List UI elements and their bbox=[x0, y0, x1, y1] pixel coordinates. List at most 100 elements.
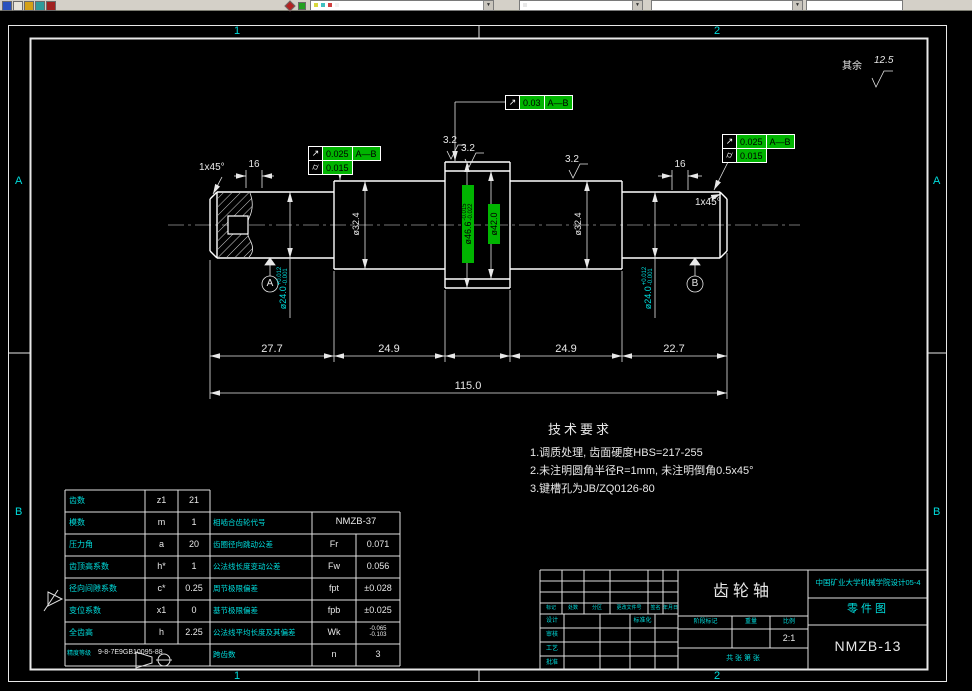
dim-len-total: 115.0 bbox=[454, 380, 482, 392]
dim-text: ø24.0 bbox=[642, 286, 653, 310]
param-name: 齿圈径向跳动公差 bbox=[213, 540, 273, 549]
param-sym: Wk bbox=[327, 627, 341, 637]
runout-icon: ↗ bbox=[506, 96, 520, 109]
param-val: 0 bbox=[191, 605, 197, 615]
param-name: 模数 bbox=[69, 518, 85, 527]
precision-label: 精度等级 bbox=[67, 651, 92, 657]
param-val: 0.25 bbox=[185, 583, 203, 593]
sig-process-label: 工艺 bbox=[545, 646, 558, 652]
dim-lower-tol: -0.001 bbox=[283, 268, 289, 286]
bylayer-color-icon bbox=[523, 3, 527, 7]
param-val: 1 bbox=[191, 561, 197, 571]
param-name: 径向间隙系数 bbox=[69, 584, 117, 593]
sig-check-label: 审核 bbox=[545, 632, 558, 638]
gdt-frame-left-2: ⌭ 0.015 bbox=[308, 160, 353, 175]
param-sym: Fw bbox=[328, 561, 340, 571]
doc-type-label: 零件图 bbox=[847, 603, 889, 615]
roughness-gear-2: 3.2 bbox=[461, 143, 475, 154]
param-sym: h bbox=[158, 627, 164, 637]
cylindricity-icon: ⌭ bbox=[309, 161, 323, 174]
zone-label-right-b: B bbox=[933, 506, 941, 518]
gdt-datum-ref: A—B bbox=[766, 135, 794, 148]
roughness-rest-label: 其余 bbox=[842, 61, 862, 72]
param-sym: a bbox=[158, 539, 164, 549]
gdt-value: 0.025 bbox=[323, 147, 353, 160]
rev-header-count: 处数 bbox=[567, 605, 578, 611]
param-val: 2.25 bbox=[185, 627, 203, 637]
layer-on-icon bbox=[314, 3, 318, 7]
param-sym: Fr bbox=[329, 539, 339, 549]
mating-gear-code: NMZB-37 bbox=[335, 516, 377, 527]
param-val: 0.056 bbox=[366, 561, 390, 571]
chevron-down-icon[interactable]: ▼ bbox=[632, 1, 642, 10]
drawing-number: NMZB-13 bbox=[834, 638, 902, 654]
param-sym: n bbox=[331, 649, 337, 659]
runout-icon: ↗ bbox=[723, 135, 737, 148]
param-name: 相啮合齿轮代号 bbox=[213, 518, 266, 527]
gdt-value: 0.03 bbox=[520, 96, 545, 109]
gdt-frame-right-1: ↗ 0.025 A—B bbox=[722, 134, 795, 149]
gdt-frame-right-2: ⌭ 0.015 bbox=[722, 148, 767, 163]
param-sym: fpt bbox=[328, 583, 339, 593]
param-name: 跨齿数 bbox=[213, 650, 236, 659]
dim-len-24-9-right: 24.9 bbox=[555, 343, 577, 355]
gdt-value: 0.025 bbox=[737, 135, 767, 148]
datum-label-b: B bbox=[691, 278, 699, 289]
dim-len-22-7: 22.7 bbox=[663, 343, 685, 355]
param-sym: z1 bbox=[156, 495, 167, 505]
param-name: 公法线平均长度及其偏差 bbox=[213, 628, 296, 637]
keyway-length-right: 16 bbox=[674, 159, 686, 170]
datum-label-a: A bbox=[266, 278, 274, 289]
runout-icon: ↗ bbox=[309, 147, 323, 160]
roughness-rest-value: 12.5 bbox=[874, 55, 894, 66]
chevron-down-icon[interactable]: ▼ bbox=[483, 1, 493, 10]
param-name: 变位系数 bbox=[69, 606, 101, 615]
dim-text: ø46.6 bbox=[462, 221, 473, 245]
param-val: ±0.028 bbox=[364, 583, 392, 593]
param-val: ±0.025 bbox=[364, 605, 392, 615]
gdt-datum-ref: A—B bbox=[352, 147, 380, 160]
rev-header-zone: 分区 bbox=[591, 605, 602, 611]
scale-label: 比例 bbox=[782, 619, 795, 625]
dim-dia24-right: ø24.0 +0.012 -0.001 bbox=[642, 252, 654, 324]
dim-dia24-left: ø24.0 +0.012 -0.001 bbox=[277, 252, 289, 324]
param-name: 周节极限偏差 bbox=[213, 584, 258, 593]
dim-text: ø24.0 bbox=[277, 286, 288, 310]
zone-label-bottom-2: 2 bbox=[714, 670, 721, 682]
param-sym: fpb bbox=[327, 605, 341, 615]
param-val: 0.071 bbox=[366, 539, 390, 549]
param-name: 基节极限偏差 bbox=[213, 606, 258, 615]
rev-header-date: 年月日 bbox=[663, 605, 679, 611]
sig-design-label: 设计 bbox=[545, 618, 558, 624]
layer-lock-icon bbox=[328, 3, 332, 7]
organization-name: 中国矿业大学机械学院设计05-4 bbox=[815, 578, 921, 587]
param-val: 3 bbox=[375, 649, 381, 659]
param-name: 压力角 bbox=[69, 540, 93, 549]
tech-req-item-3: 3.键槽孔为JB/ZQ0126-80 bbox=[530, 483, 655, 495]
rev-header-sign: 签名 bbox=[650, 605, 661, 611]
chamfer-right-label: 1x45° bbox=[695, 197, 721, 208]
param-sym: x1 bbox=[156, 605, 167, 615]
layer-freeze-icon bbox=[321, 3, 325, 7]
gdt-frame-left-1: ↗ 0.025 A—B bbox=[308, 146, 381, 161]
chevron-down-icon[interactable]: ▼ bbox=[792, 1, 802, 10]
gdt-value: 0.015 bbox=[737, 149, 766, 162]
part-name: 齿轮轴 bbox=[712, 583, 773, 600]
param-name: 公法线长度变动公差 bbox=[213, 562, 281, 571]
chamfer-left-label: 1x45° bbox=[199, 162, 225, 173]
dim-lower-tol: -0.022 bbox=[468, 203, 474, 221]
layer-color-icon bbox=[335, 3, 339, 7]
param-val: 20 bbox=[188, 539, 199, 549]
color-swatch-icon[interactable] bbox=[298, 2, 306, 10]
param-val: 1 bbox=[191, 517, 197, 527]
param-sym: m bbox=[157, 517, 166, 527]
stage-mark-label: 阶段标记 bbox=[693, 619, 718, 625]
param-sym: c* bbox=[157, 583, 166, 593]
roughness-gear-1: 3.2 bbox=[443, 135, 457, 146]
keyway-length-left: 16 bbox=[248, 159, 260, 170]
zone-label-top-2: 2 bbox=[714, 25, 721, 37]
dim-dia46: ø46.6 -0.015 -0.022 bbox=[462, 185, 474, 263]
dim-dia32-right: ø32.4 bbox=[572, 206, 584, 242]
dim-lower-tol: -0.001 bbox=[648, 268, 654, 286]
dim-text: ø42.0 bbox=[488, 212, 499, 236]
